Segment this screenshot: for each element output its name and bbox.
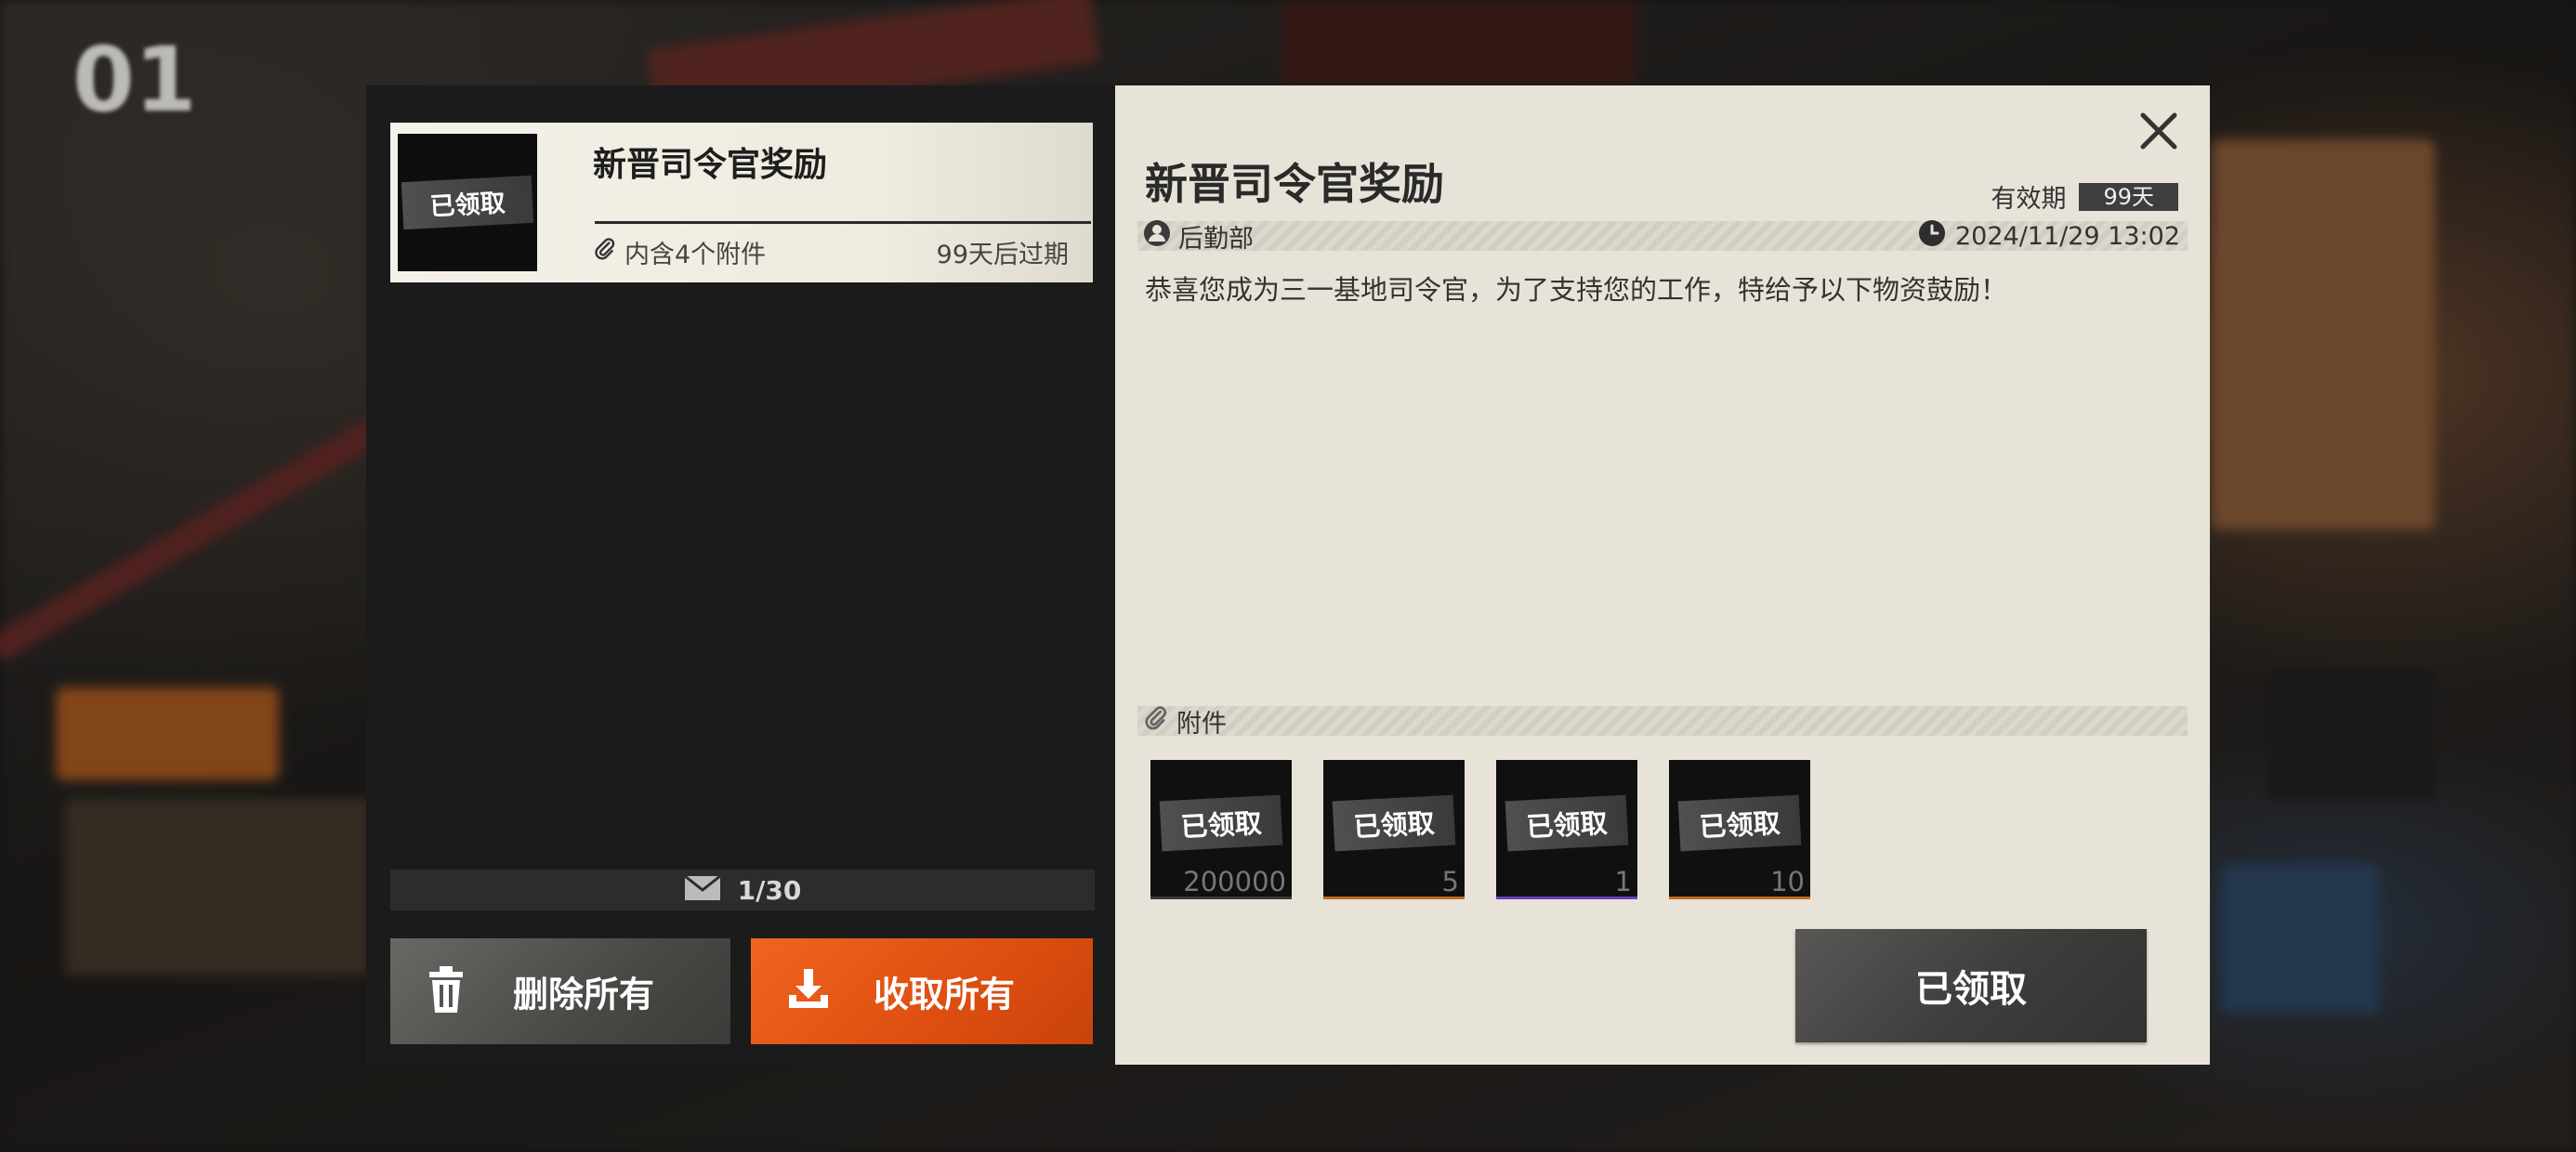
reward-item[interactable]: 已领取 5 (1323, 760, 1465, 899)
claim-all-label: 收取所有 (874, 973, 1016, 1015)
sender-name: 后勤部 (1178, 224, 1254, 254)
reward-rarity-bar (1669, 897, 1810, 899)
close-button[interactable] (2132, 104, 2186, 158)
envelope-icon (683, 874, 721, 905)
mail-list-item[interactable]: 已领取 新晋司令官奖励 内含4个附件 99天后过期 (390, 123, 1093, 282)
reward-quantity: 10 (1770, 866, 1805, 897)
claimed-button[interactable]: 已领取 (1795, 929, 2147, 1042)
mail-counter-bar: 1/30 (390, 870, 1095, 910)
reward-quantity: 200000 (1183, 866, 1286, 897)
reward-item[interactable]: 已领取 1 (1496, 760, 1637, 899)
paperclip-icon (1143, 705, 1169, 738)
claimed-button-label: 已领取 (1915, 967, 2027, 1011)
sender-info: 后勤部 (1143, 219, 1254, 254)
reward-claimed-tag: 已领取 (1505, 794, 1629, 851)
sender-info-bar: 后勤部 2024/11/29 13:02 (1137, 219, 2188, 254)
trash-icon (426, 966, 467, 1016)
reward-rarity-bar (1323, 897, 1465, 899)
mail-item-title: 新晋司令官奖励 (593, 145, 828, 184)
reward-quantity: 5 (1441, 866, 1459, 897)
mail-item-attachment-info: 内含4个附件 (593, 234, 766, 270)
mail-item-attachment-count: 内含4个附件 (624, 241, 767, 269)
download-icon (786, 967, 831, 1015)
mail-title: 新晋司令官奖励 (1145, 159, 1444, 209)
mail-item-divider (595, 221, 1091, 224)
reward-rarity-bar (1150, 897, 1292, 899)
mail-item-thumbnail: 已领取 (398, 134, 537, 271)
reward-quantity: 1 (1614, 866, 1632, 897)
background-level-number: 01 (72, 28, 197, 132)
reward-claimed-tag: 已领取 (1332, 794, 1456, 851)
mail-modal: 已领取 新晋司令官奖励 内含4个附件 99天后过期 1/30 删除所有 收取所有… (366, 85, 2210, 1065)
user-icon (1143, 219, 1171, 254)
validity-info: 有效期 99天 (1991, 178, 2178, 215)
validity-label: 有效期 (1991, 185, 2067, 214)
reward-item[interactable]: 已领取 10 (1669, 760, 1810, 899)
mail-detail-panel: 新晋司令官奖励 有效期 99天 后勤部 2024/11/29 13:02 恭喜您… (1115, 85, 2210, 1065)
delete-all-label: 删除所有 (513, 973, 655, 1015)
mail-counter-text: 1/30 (737, 874, 802, 906)
mail-list-panel: 已领取 新晋司令官奖励 内含4个附件 99天后过期 1/30 删除所有 收取所有 (366, 85, 1115, 1065)
sent-time-info: 2024/11/29 13:02 (1918, 219, 2180, 254)
paperclip-icon (593, 237, 617, 268)
claimed-status-tag: 已领取 (401, 175, 534, 230)
mail-body-text: 恭喜您成为三一基地司令官，为了支持您的工作，特给予以下物资鼓励！ (1145, 274, 2008, 306)
reward-claimed-tag: 已领取 (1159, 794, 1283, 851)
validity-value-badge: 99天 (2079, 182, 2178, 211)
close-icon (2140, 112, 2177, 150)
reward-item[interactable]: 已领取 200000 (1150, 760, 1292, 899)
sent-time: 2024/11/29 13:02 (1954, 221, 2180, 251)
reward-claimed-tag: 已领取 (1677, 794, 1802, 851)
attachments-header: 附件 (1143, 705, 1227, 739)
claim-all-button[interactable]: 收取所有 (751, 938, 1093, 1044)
attachments-label: 附件 (1176, 709, 1227, 739)
mail-item-expire-text: 99天后过期 (936, 241, 1069, 269)
attachments-bar: 附件 (1137, 705, 2188, 739)
delete-all-button[interactable]: 删除所有 (390, 938, 730, 1044)
reward-rarity-bar (1496, 897, 1637, 899)
clock-icon (1918, 219, 1946, 254)
